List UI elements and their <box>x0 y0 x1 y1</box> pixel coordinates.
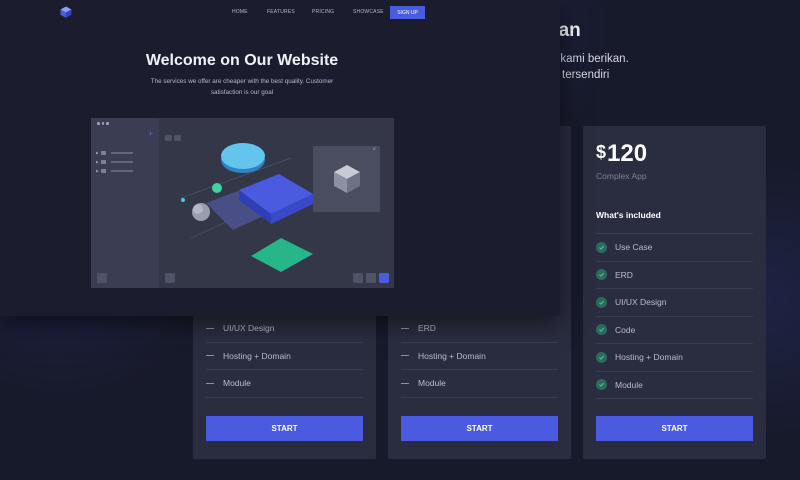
feature-label: ERD <box>418 323 436 334</box>
feature-label: Hosting + Domain <box>223 350 291 361</box>
feature-item: Use Case <box>596 234 753 262</box>
feature-list: Use Case ERD UI/UX Design Code Hosting +… <box>596 233 753 399</box>
mockup-tool-icon <box>165 273 175 283</box>
feature-label: UI/UX Design <box>615 297 667 308</box>
nav-pricing[interactable]: PRICING <box>312 9 334 15</box>
dash-icon <box>206 327 214 329</box>
menu-icon <box>97 273 107 283</box>
feature-label: Module <box>615 379 643 390</box>
check-icon <box>596 269 607 281</box>
mockup-popup: × <box>313 146 380 212</box>
signup-button[interactable]: SIGN UP <box>390 6 425 19</box>
price-value: 120 <box>607 140 648 167</box>
start-button[interactable]: START <box>401 416 558 441</box>
feature-label: Code <box>615 324 636 335</box>
feature-label: Module <box>223 378 251 389</box>
feature-item: Hosting + Domain <box>206 343 363 370</box>
plus-icon: + <box>148 129 153 138</box>
tree-row: ▶ <box>96 169 133 173</box>
feature-label: Use Case <box>615 242 653 253</box>
feature-item: Hosting + Domain <box>401 343 558 370</box>
feature-label: UI/UX Design <box>223 323 275 334</box>
start-button[interactable]: START <box>206 416 363 441</box>
folder-icon <box>100 151 106 155</box>
dash-icon <box>206 382 214 384</box>
feature-item: Module <box>596 372 753 399</box>
feature-label: ERD <box>615 269 633 280</box>
tree-row: ▶ <box>96 160 133 164</box>
check-icon <box>596 296 607 308</box>
app-mockup-illustration: + ▶ ▶ ▶ × <box>91 118 394 288</box>
dash-icon <box>401 327 409 329</box>
dash-icon <box>401 382 409 384</box>
window-dots-icon <box>97 122 109 125</box>
plan-price: $120 <box>596 140 647 168</box>
hero-window: HOME FEATURES PRICING SHOWCASE SIGN UP W… <box>0 0 560 316</box>
dash-icon <box>401 355 409 357</box>
check-icon <box>596 351 607 363</box>
check-icon <box>596 324 607 336</box>
feature-list: ERD Hosting + Domain Module <box>401 315 558 398</box>
check-icon <box>596 241 607 253</box>
feature-item: UI/UX Design <box>596 289 753 317</box>
tree-row: ▶ <box>96 151 133 155</box>
feature-list: UI/UX Design Hosting + Domain Module <box>206 315 363 398</box>
folder-icon <box>100 160 106 164</box>
feature-item: Module <box>206 370 363 398</box>
feature-label: Hosting + Domain <box>615 352 683 363</box>
dash-icon <box>206 355 214 357</box>
currency-symbol: $ <box>596 142 607 162</box>
check-icon <box>596 379 607 391</box>
mockup-actions <box>353 273 389 283</box>
pricing-subtitle-line-2: tersendiri <box>562 69 610 81</box>
included-heading: What's included <box>596 210 661 220</box>
isometric-illustration <box>180 143 313 272</box>
close-icon: × <box>372 147 376 153</box>
feature-item: ERD <box>401 315 558 343</box>
top-nav: HOME FEATURES PRICING SHOWCASE SIGN UP <box>0 6 560 19</box>
nav-home[interactable]: HOME <box>232 9 248 15</box>
hero-description: The services we offer are cheaper with t… <box>150 78 334 96</box>
cube-icon <box>334 165 360 193</box>
folder-icon <box>100 169 106 173</box>
feature-item: UI/UX Design <box>206 315 363 343</box>
start-button[interactable]: START <box>596 416 753 441</box>
plan-name: Complex App <box>596 171 647 181</box>
feature-label: Hosting + Domain <box>418 350 486 361</box>
feature-item: Module <box>401 370 558 398</box>
feature-item: Code <box>596 317 753 344</box>
feature-label: Module <box>418 378 446 389</box>
hero-title: Welcome on Our Website <box>145 52 339 69</box>
nav-features[interactable]: FEATURES <box>267 9 295 15</box>
pricing-card-3: $120 Complex App What's included Use Cas… <box>583 126 766 459</box>
nav-showcase[interactable]: SHOWCASE <box>353 9 384 15</box>
feature-item: Hosting + Domain <box>596 344 753 372</box>
feature-item: ERD <box>596 262 753 289</box>
mockup-sidebar: + ▶ ▶ ▶ <box>91 118 159 288</box>
